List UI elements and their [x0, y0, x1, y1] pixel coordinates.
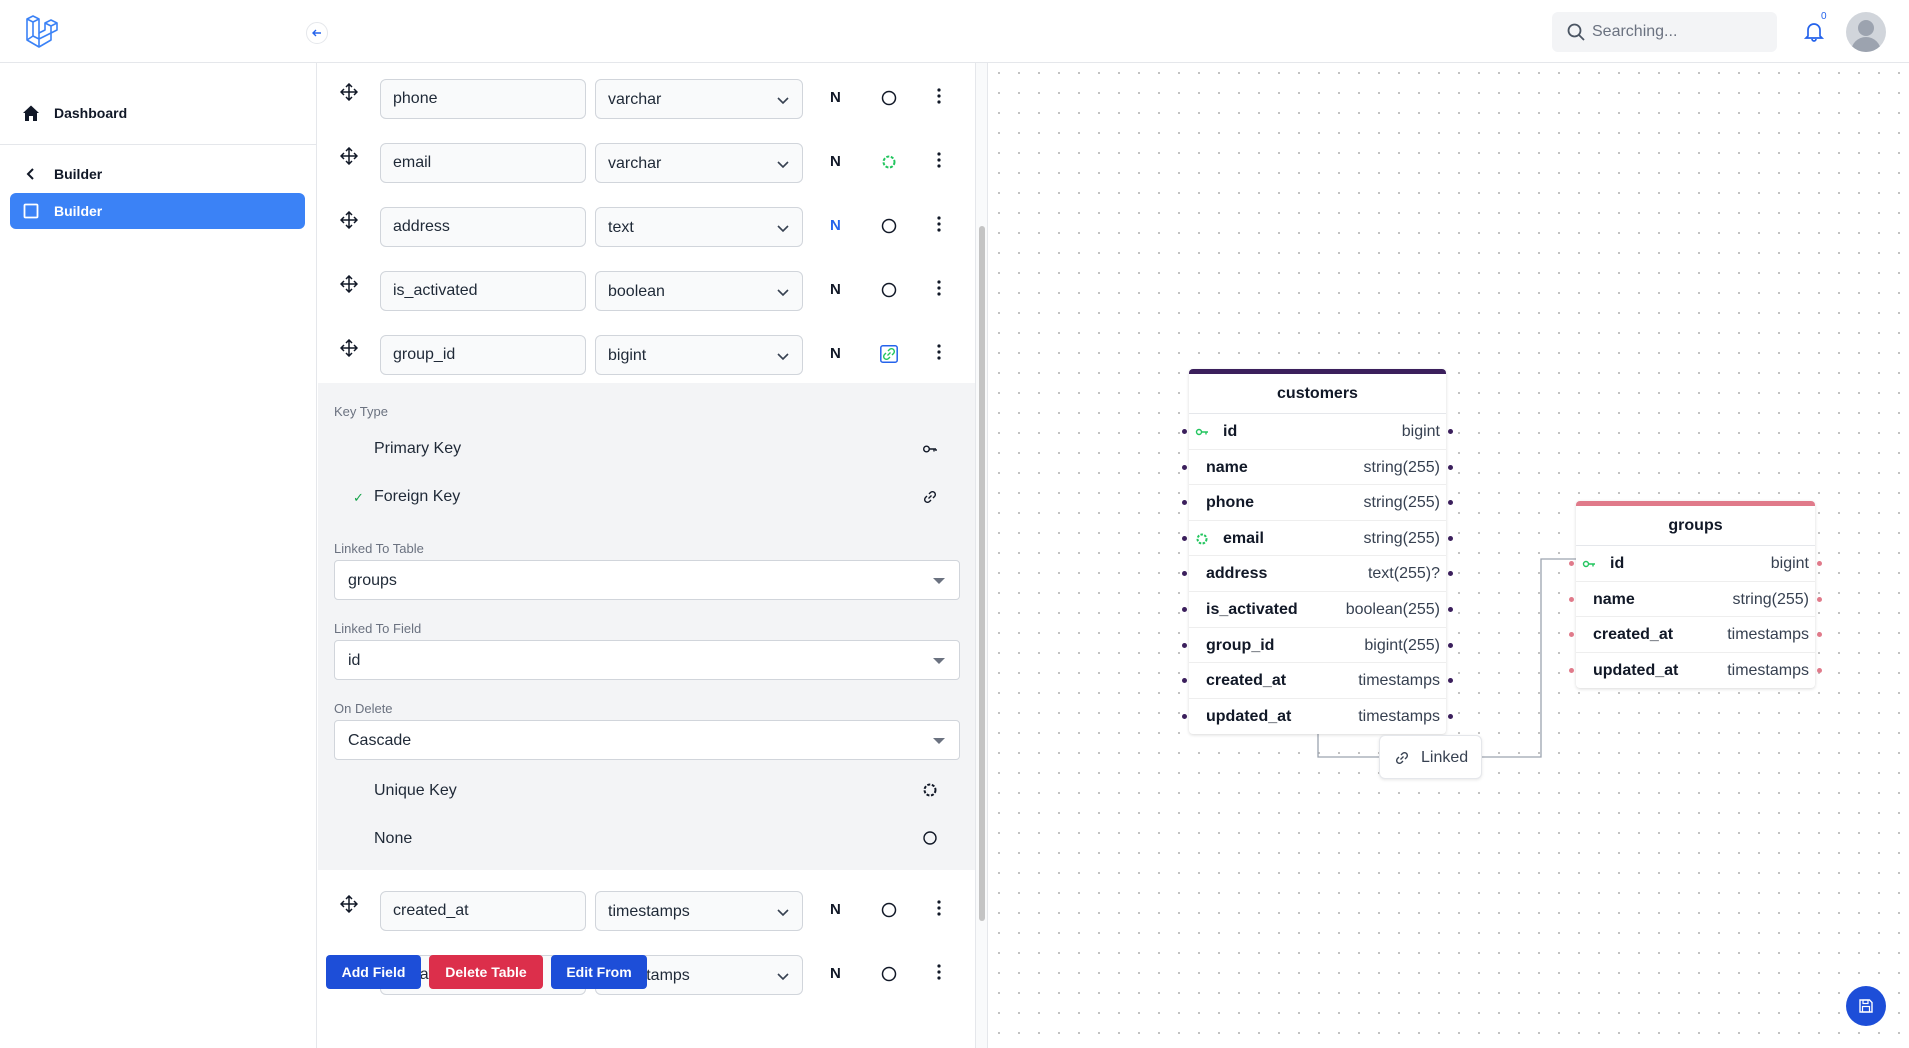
- groups-table[interactable]: groups id bigint name string(255) create…: [1569, 501, 1822, 689]
- column-name: phone: [1206, 494, 1254, 512]
- customers-table[interactable]: customers id bigint name string(255) pho…: [1182, 369, 1453, 735]
- connector-dot[interactable]: [1448, 429, 1453, 434]
- connector-dot[interactable]: [1817, 561, 1822, 566]
- connector-dot[interactable]: [1182, 713, 1187, 719]
- link-icon: [1395, 751, 1409, 765]
- connector-dot[interactable]: [1448, 606, 1453, 612]
- column-name: id: [1223, 423, 1238, 440]
- table-row[interactable]: updated_at timestamps: [1569, 653, 1822, 689]
- column-type: string(255): [1732, 590, 1809, 608]
- connector-dot[interactable]: [1569, 561, 1574, 566]
- table-title: groups: [1576, 506, 1815, 546]
- column-name: name: [1206, 458, 1248, 476]
- primary-key-icon: [1195, 428, 1208, 436]
- column-type: text(255)?: [1367, 565, 1440, 583]
- connector-dot[interactable]: [1448, 535, 1453, 541]
- table-row[interactable]: group_id bigint(255): [1182, 628, 1453, 664]
- column-name: group_id: [1206, 636, 1275, 654]
- column-type: bigint: [1770, 555, 1809, 572]
- connector-dot[interactable]: [1448, 464, 1453, 470]
- unique-key-icon: [1196, 533, 1208, 545]
- table-row[interactable]: email string(255): [1182, 521, 1453, 557]
- table-row[interactable]: name string(255): [1182, 450, 1453, 486]
- column-name: id: [1610, 555, 1625, 572]
- connector-dot[interactable]: [1182, 642, 1187, 648]
- connector-dot[interactable]: [1448, 713, 1453, 719]
- column-name: created_at: [1206, 672, 1287, 690]
- connector-dot[interactable]: [1817, 596, 1822, 602]
- connector-dot[interactable]: [1182, 535, 1187, 541]
- column-type: string(255): [1363, 494, 1440, 512]
- connector-dot[interactable]: [1182, 429, 1187, 434]
- connector-dot[interactable]: [1182, 464, 1187, 470]
- column-type: string(255): [1363, 458, 1440, 476]
- table-title: customers: [1189, 374, 1446, 414]
- table-row[interactable]: phone string(255): [1182, 485, 1453, 521]
- column-name: updated_at: [1593, 661, 1679, 679]
- connector-dot[interactable]: [1817, 667, 1822, 673]
- save-icon: [1859, 999, 1873, 1013]
- save-button[interactable]: [1846, 986, 1886, 1026]
- column-type: timestamps: [1358, 672, 1440, 690]
- column-name: updated_at: [1206, 707, 1292, 725]
- column-name: address: [1206, 565, 1268, 583]
- table-row[interactable]: updated_at timestamps: [1182, 699, 1453, 735]
- table-row[interactable]: name string(255): [1569, 582, 1822, 618]
- column-name: created_at: [1593, 626, 1674, 644]
- relation-label[interactable]: Linked: [1379, 735, 1482, 779]
- column-type: bigint: [1401, 423, 1440, 440]
- column-type: string(255): [1363, 529, 1440, 547]
- column-name: email: [1223, 529, 1264, 547]
- connector-dot[interactable]: [1182, 606, 1187, 612]
- table-row[interactable]: id bigint: [1182, 414, 1453, 450]
- column-type: timestamps: [1727, 626, 1809, 644]
- connector-dot[interactable]: [1569, 667, 1574, 673]
- column-type: boolean(255): [1345, 600, 1440, 618]
- table-row[interactable]: is_activated boolean(255): [1182, 592, 1453, 628]
- primary-key-icon: [1582, 560, 1595, 568]
- table-row[interactable]: created_at timestamps: [1182, 663, 1453, 699]
- table-row[interactable]: address text(255)?: [1182, 556, 1453, 592]
- column-type: timestamps: [1727, 661, 1809, 679]
- column-name: name: [1593, 590, 1635, 608]
- relation-label-text: Linked: [1421, 749, 1469, 766]
- table-row[interactable]: id bigint: [1569, 546, 1822, 582]
- table-row[interactable]: created_at timestamps: [1569, 617, 1822, 653]
- column-type: bigint(255): [1364, 636, 1440, 654]
- column-type: timestamps: [1358, 707, 1440, 725]
- connector-dot[interactable]: [1448, 642, 1453, 648]
- column-name: is_activated: [1206, 600, 1298, 618]
- connector-dot[interactable]: [1569, 596, 1574, 602]
